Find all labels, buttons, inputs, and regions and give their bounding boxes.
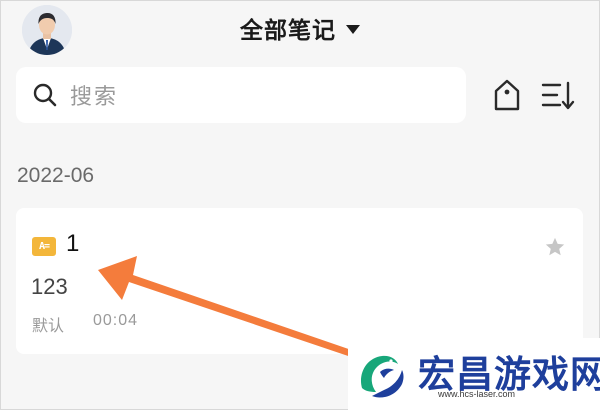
title-dropdown[interactable]: 全部笔记 bbox=[0, 10, 600, 46]
note-card[interactable]: A= 1 123 默认 00:04 bbox=[16, 208, 583, 354]
note-preview: 123 bbox=[31, 274, 68, 299]
search-placeholder: 搜索 bbox=[70, 85, 119, 110]
search-bar[interactable]: 搜索 bbox=[16, 67, 466, 123]
note-folder: 默认 bbox=[32, 316, 65, 335]
note-type-icon: A= bbox=[32, 237, 56, 256]
caret-down-icon bbox=[346, 24, 360, 34]
dragon-logo-icon bbox=[360, 355, 404, 398]
watermark-url: www.hcs-laser.com bbox=[438, 389, 516, 399]
month-group-header: 2022-06 bbox=[17, 164, 95, 187]
tag-icon[interactable] bbox=[492, 78, 522, 112]
page-title: 全部笔记 bbox=[240, 18, 336, 44]
sort-icon[interactable] bbox=[540, 78, 576, 112]
watermark: 宏昌游戏网 www.hcs-laser.com bbox=[348, 338, 600, 410]
note-timestamp: 00:04 bbox=[93, 312, 139, 329]
note-title: 1 bbox=[66, 230, 80, 257]
search-icon bbox=[33, 83, 57, 107]
star-icon[interactable] bbox=[544, 236, 566, 258]
